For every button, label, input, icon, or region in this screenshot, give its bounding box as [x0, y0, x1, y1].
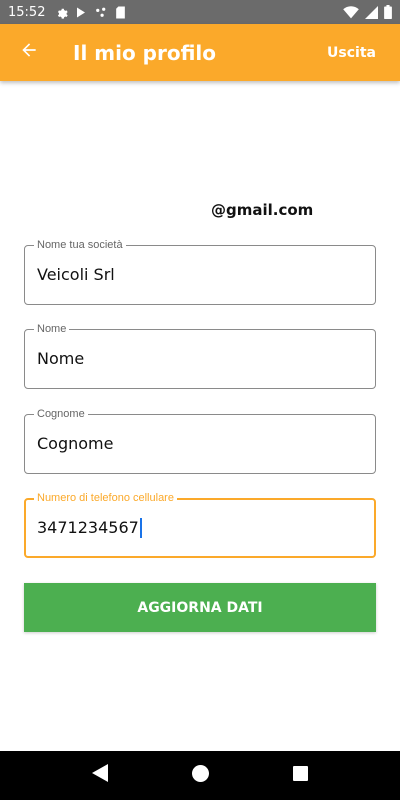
last-name-field-label: Cognome	[34, 407, 88, 421]
nav-recents-button[interactable]	[285, 761, 315, 791]
back-button[interactable]	[0, 24, 58, 81]
play-store-icon	[75, 6, 87, 19]
nav-back-button[interactable]	[85, 761, 115, 791]
company-field-value: Veicoli Srl	[37, 265, 115, 284]
home-circle-icon	[191, 764, 209, 787]
company-field[interactable]: Nome tua società Veicoli Srl	[24, 238, 376, 305]
first-name-field[interactable]: Nome Nome	[24, 322, 376, 389]
phone-field-label: Numero di telefono cellulare	[34, 491, 177, 505]
arrow-back-icon	[19, 40, 39, 65]
first-name-field-label: Nome	[34, 322, 70, 336]
phone-field-value-wrap: 3471234567	[37, 518, 142, 538]
system-nav-bar	[0, 751, 400, 800]
signal-icon	[365, 5, 378, 19]
back-triangle-icon	[92, 764, 108, 787]
phone-field[interactable]: Numero di telefono cellulare 3471234567	[24, 491, 376, 558]
app-bar: Il mio profilo Uscita	[0, 24, 400, 81]
logout-button[interactable]: Uscita	[327, 45, 376, 61]
recents-square-icon	[292, 765, 308, 786]
profile-email: @gmail.com	[211, 201, 314, 219]
status-time: 15:52	[8, 4, 46, 20]
first-name-field-value: Nome	[37, 349, 85, 368]
battery-icon	[384, 5, 392, 19]
sd-card-icon	[115, 6, 126, 19]
update-data-button[interactable]: AGGIORNA DATI	[24, 583, 376, 632]
phone-field-value: 3471234567	[37, 518, 139, 537]
dots-icon	[94, 6, 108, 19]
page-title: Il mio profilo	[73, 40, 216, 65]
company-field-label: Nome tua società	[34, 238, 126, 252]
last-name-field-value: Cognome	[37, 434, 114, 453]
gear-icon	[55, 6, 69, 19]
status-bar: 15:52	[0, 0, 400, 24]
nav-home-button[interactable]	[185, 761, 215, 791]
wifi-icon	[343, 5, 359, 19]
last-name-field[interactable]: Cognome Cognome	[24, 407, 376, 474]
text-cursor	[139, 518, 142, 538]
